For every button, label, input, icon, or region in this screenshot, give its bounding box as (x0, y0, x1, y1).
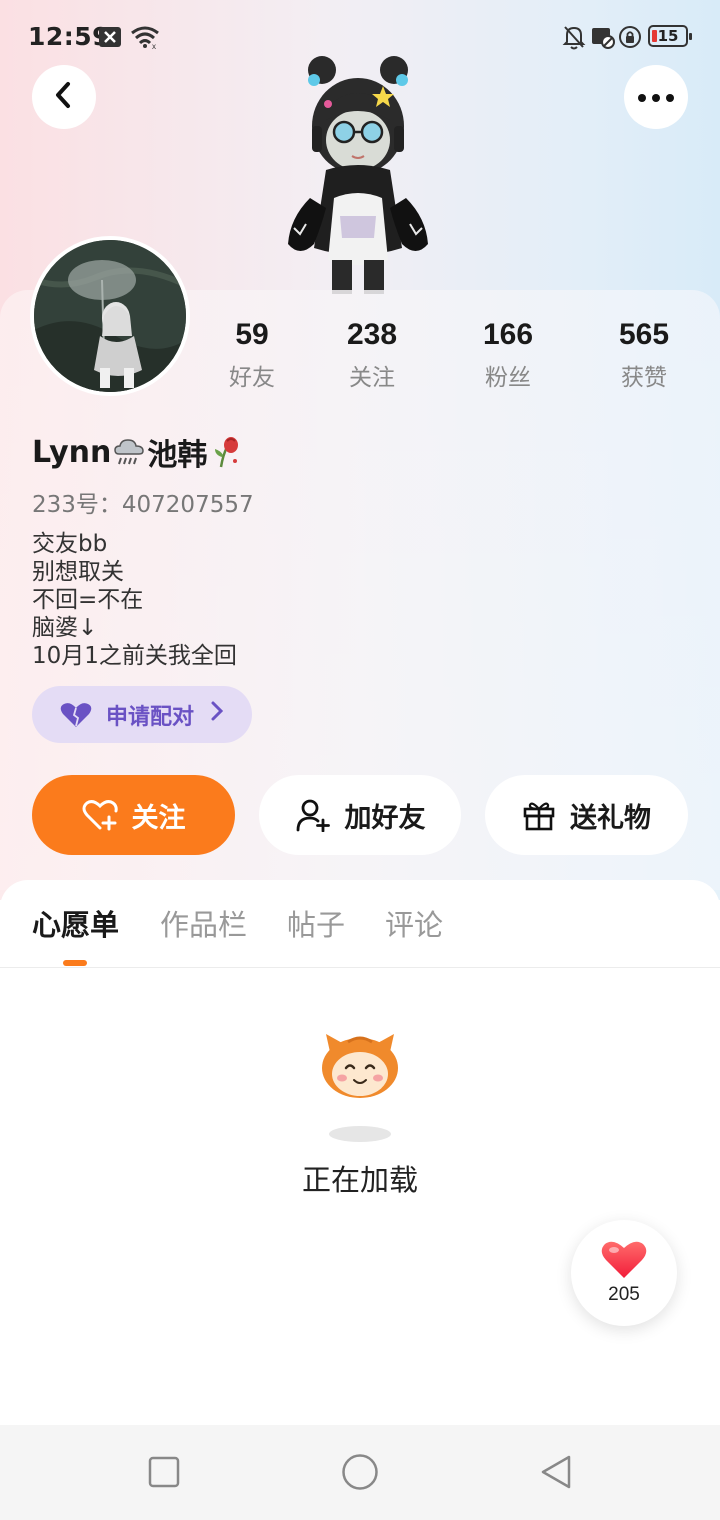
triangle-back-icon (539, 1454, 573, 1490)
heart-plus-icon (82, 799, 118, 831)
chevron-left-icon (51, 80, 77, 114)
follow-button[interactable]: 关注 (32, 775, 235, 855)
add-friend-button[interactable]: 加好友 (259, 775, 461, 855)
stat-value: 238 (346, 318, 398, 351)
user-id: 233号：407207557 (32, 492, 254, 518)
pair-label: 申请配对 (106, 704, 195, 730)
recents-button[interactable] (144, 1452, 184, 1492)
battery-level: 15 (657, 27, 679, 45)
more-dots-icon (636, 88, 676, 107)
gift-icon (522, 799, 556, 831)
stat-fans[interactable]: 166 粉丝 (453, 318, 563, 392)
tab-wishlist[interactable]: 心愿单 (32, 902, 119, 944)
rain-cloud-emoji-icon (113, 436, 145, 468)
request-pair-button[interactable]: 申请配对 (32, 686, 252, 743)
user-bio: 交友bb 别想取关 不回=不在 脑婆↓ 10月1之前关我全回 (32, 530, 237, 670)
username-suffix: 池韩 (147, 438, 208, 473)
loading-text: 正在加载 (301, 1163, 418, 1197)
bio-line: 别想取关 (32, 559, 124, 585)
stat-likes[interactable]: 565 获赞 (589, 318, 699, 392)
home-button[interactable] (340, 1452, 380, 1492)
mute-bell-icon (562, 24, 586, 50)
tab-comments[interactable]: 评论 (385, 902, 443, 944)
rotation-lock-icon (618, 24, 642, 50)
follow-label: 关注 (131, 802, 186, 834)
stat-value: 59 (235, 318, 269, 351)
stat-label: 关注 (349, 365, 395, 391)
close-box-icon (98, 24, 122, 50)
more-button[interactable] (624, 65, 688, 129)
square-icon (148, 1456, 180, 1488)
send-gift-label: 送礼物 (570, 802, 651, 834)
add-friend-label: 加好友 (344, 802, 426, 834)
username: Lynn 池韩 (32, 430, 241, 474)
battery-icon: 15 (648, 25, 692, 47)
tab-active-indicator (63, 960, 87, 966)
bio-line: 10月1之前关我全回 (32, 643, 237, 669)
content-panel (0, 880, 720, 1425)
floating-like-button[interactable]: 205 (571, 1220, 677, 1326)
heart-icon (601, 1240, 647, 1280)
bio-line: 脑婆↓ (32, 615, 98, 641)
wifi-icon: x (130, 24, 160, 50)
like-count: 205 (608, 1284, 640, 1305)
stat-value: 565 (618, 318, 670, 351)
bio-line: 交友bb (32, 531, 108, 557)
stat-value: 166 (482, 318, 534, 351)
circle-icon (341, 1453, 379, 1491)
stat-label: 好友 (229, 365, 275, 391)
add-user-icon (295, 798, 331, 832)
tab-posts[interactable]: 帖子 (287, 902, 345, 944)
stat-friends[interactable]: 59 好友 (197, 318, 307, 392)
loading-mascot-icon (318, 1030, 402, 1100)
screenshot-card-icon (590, 24, 616, 50)
username-text: Lynn (32, 434, 112, 470)
chevron-right-icon (210, 700, 224, 728)
tab-works[interactable]: 作品栏 (160, 902, 247, 944)
character-avatar-illustration[interactable] (270, 48, 450, 294)
stat-label: 粉丝 (485, 365, 531, 391)
divider (0, 967, 720, 968)
stat-label: 获赞 (621, 365, 667, 391)
loading-shadow (329, 1126, 391, 1142)
bio-line: 不回=不在 (32, 587, 144, 613)
svg-text:x: x (152, 42, 156, 49)
back-nav-button[interactable] (536, 1452, 576, 1492)
back-button[interactable] (32, 65, 96, 129)
stats-row: 59 好友 238 关注 166 粉丝 565 获赞 (0, 318, 720, 398)
heart-icon (60, 702, 92, 728)
send-gift-button[interactable]: 送礼物 (485, 775, 688, 855)
wilted-rose-emoji-icon (211, 435, 241, 469)
stat-following[interactable]: 238 关注 (317, 318, 427, 392)
